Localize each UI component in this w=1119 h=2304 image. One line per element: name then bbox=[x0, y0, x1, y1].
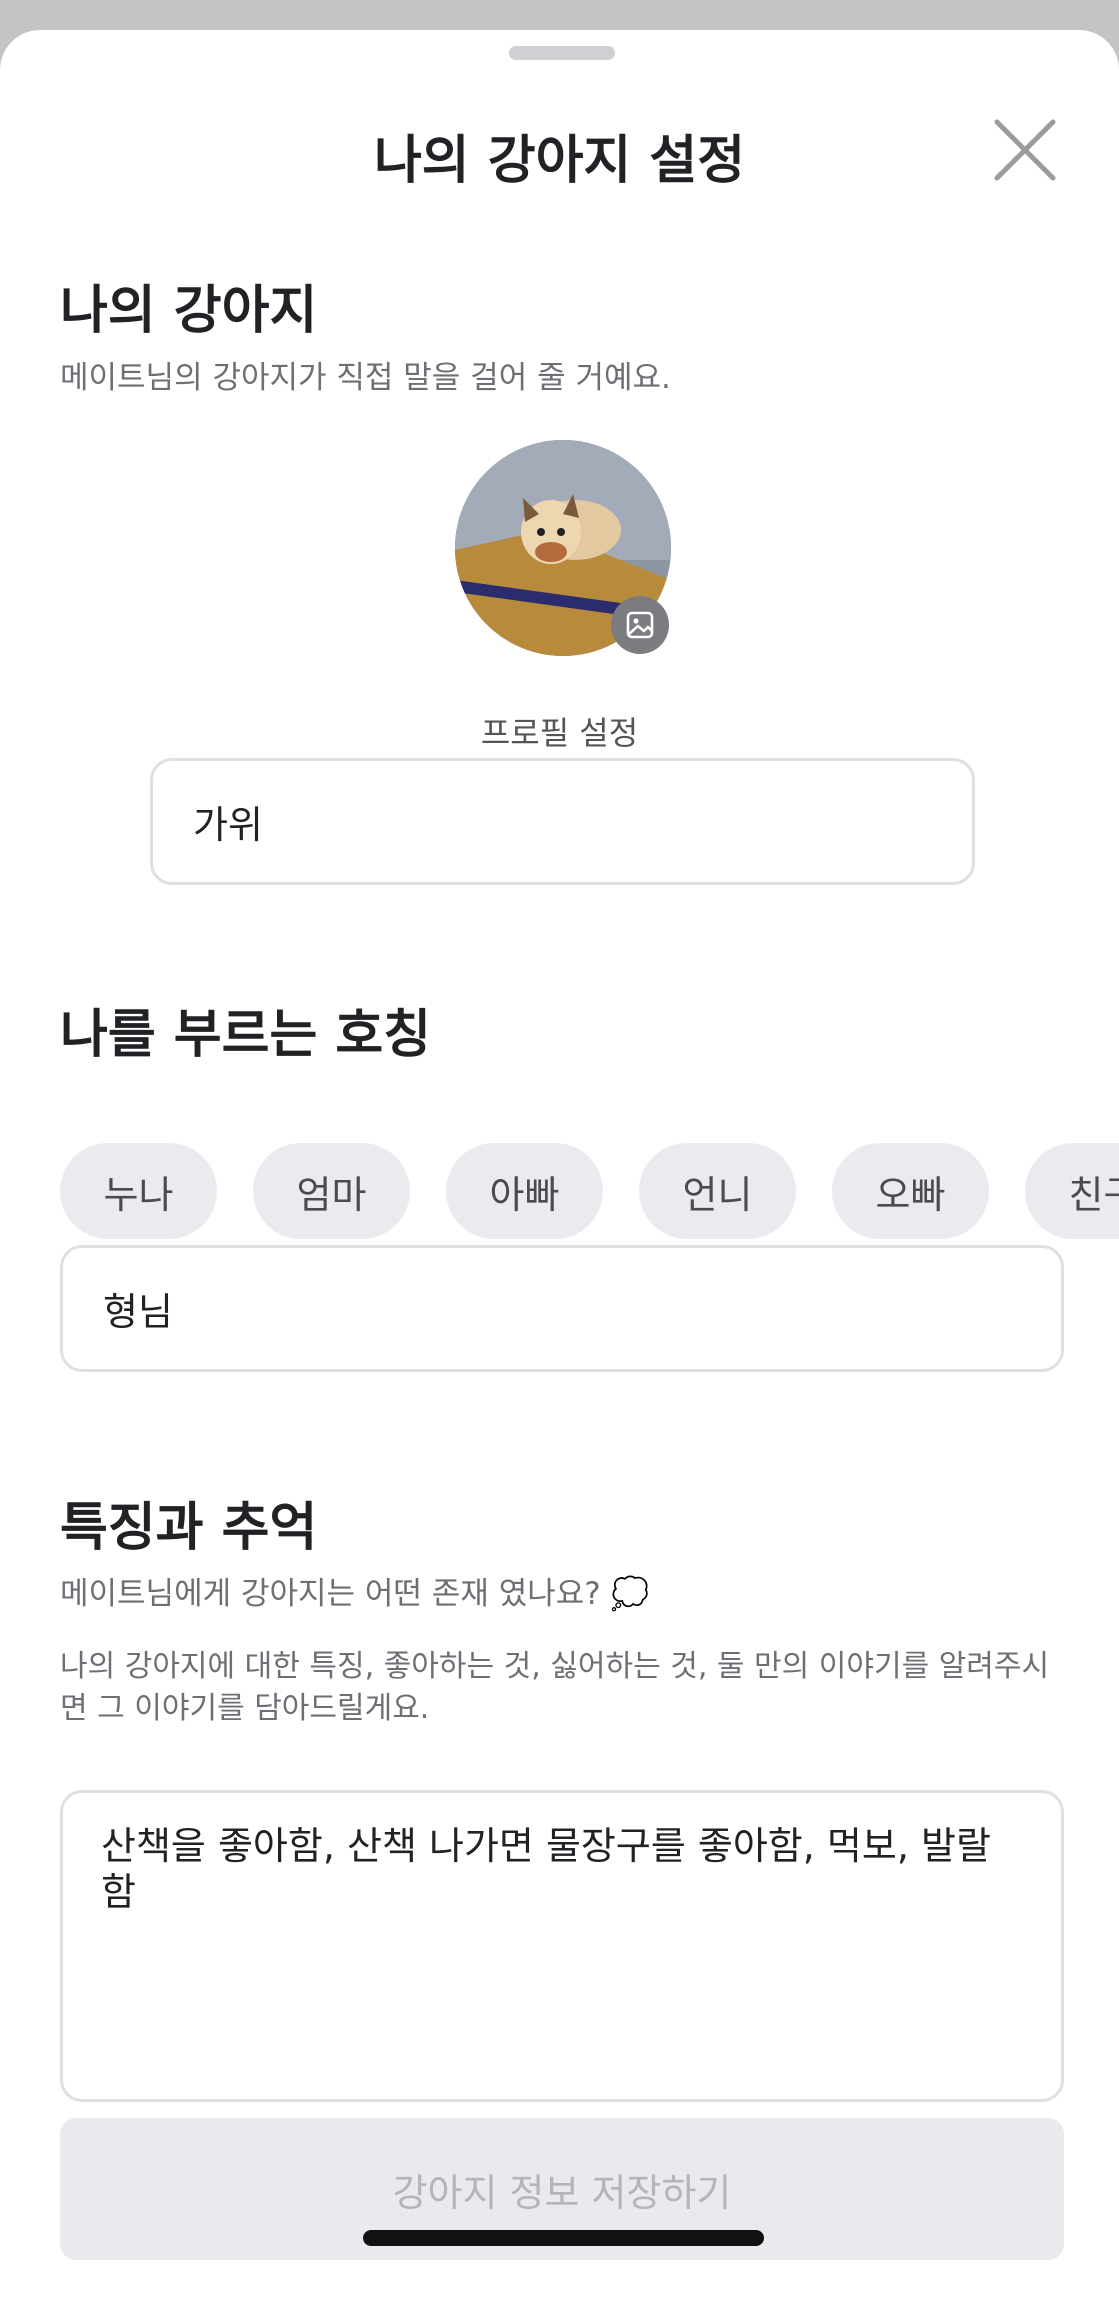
change-photo-button[interactable] bbox=[611, 596, 669, 654]
my-dog-description: 메이트님의 강아지가 직접 말을 걸어 줄 거예요. bbox=[60, 360, 671, 396]
nickname-chip-chingu[interactable]: 친구 bbox=[1025, 1143, 1119, 1239]
nickname-section-title: 나를 부르는 호칭 bbox=[60, 1005, 432, 1065]
image-icon bbox=[626, 611, 654, 639]
nickname-chip-eomma[interactable]: 엄마 bbox=[253, 1143, 410, 1239]
traits-question: 메이트님에게 강아지는 어떤 존재 였나요? 💭 bbox=[60, 1576, 650, 1612]
bottom-sheet: 나의 강아지 설정 나의 강아지 메이트님의 강아지가 직접 말을 걸어 줄 거… bbox=[0, 30, 1119, 2304]
dog-name-input[interactable]: 가위 bbox=[150, 758, 975, 885]
profile-setting-label[interactable]: 프로필 설정 bbox=[0, 708, 1119, 754]
nickname-chip-oppa[interactable]: 오빠 bbox=[832, 1143, 989, 1239]
traits-value: 산책을 좋아함, 산책 나가면 물장구를 좋아함, 먹보, 발랄함 bbox=[101, 1824, 991, 1914]
sheet-grabber[interactable] bbox=[509, 46, 615, 60]
profile-avatar-wrapper[interactable] bbox=[455, 440, 671, 656]
nickname-chip-eonni[interactable]: 언니 bbox=[639, 1143, 796, 1239]
nickname-chips: 누나 엄마 아빠 언니 오빠 친구 bbox=[60, 1143, 1119, 1239]
traits-guide: 나의 강아지에 대한 특징, 좋아하는 것, 싫어하는 것, 둘 만의 이야기를… bbox=[60, 1649, 1050, 1726]
close-button[interactable] bbox=[993, 118, 1057, 182]
home-indicator bbox=[363, 2230, 764, 2246]
nickname-chip-appa[interactable]: 아빠 bbox=[446, 1143, 603, 1239]
dog-name-value: 가위 bbox=[193, 803, 263, 847]
nickname-input[interactable]: 형님 bbox=[60, 1245, 1064, 1372]
traits-section-title: 특징과 추억 bbox=[60, 1498, 318, 1558]
my-dog-section-title: 나의 강아지 bbox=[60, 281, 318, 341]
nickname-chip-nuna[interactable]: 누나 bbox=[60, 1143, 217, 1239]
traits-textarea[interactable]: 산책을 좋아함, 산책 나가면 물장구를 좋아함, 먹보, 발랄함 bbox=[60, 1790, 1064, 2102]
sheet-title: 나의 강아지 설정 bbox=[373, 131, 746, 191]
close-icon bbox=[994, 119, 1056, 181]
nickname-value: 형님 bbox=[103, 1290, 173, 1334]
